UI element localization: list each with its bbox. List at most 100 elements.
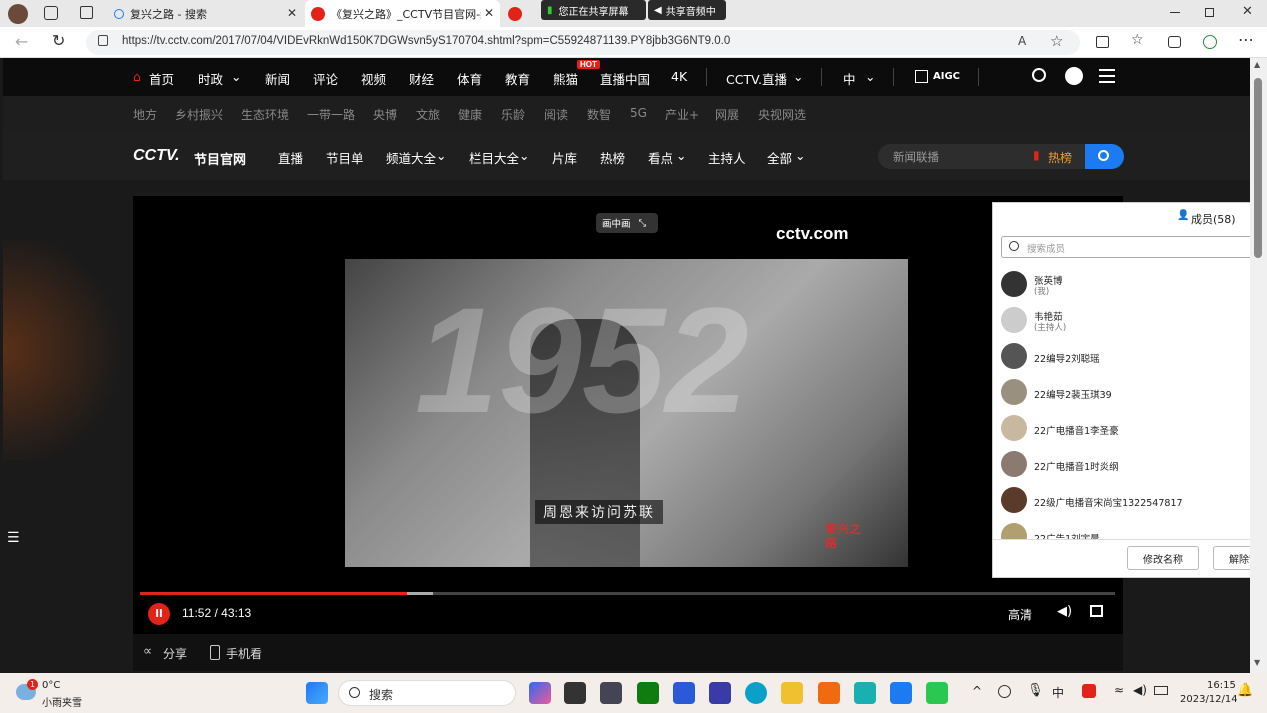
tray-icon[interactable] [998, 685, 1011, 698]
profile-avatar[interactable] [8, 4, 28, 24]
screen-share-indicator[interactable]: ▮ 您正在共享屏幕 [541, 0, 646, 20]
speaker-icon[interactable]: ◀) [1133, 683, 1147, 697]
close-window-icon[interactable]: ✕ [1242, 4, 1253, 19]
volume-icon[interactable]: ◀) [1057, 604, 1072, 619]
playlist-icon[interactable]: ☰ [7, 530, 20, 546]
pen-app-icon[interactable] [709, 682, 731, 704]
app-icon[interactable] [600, 682, 622, 704]
prog-columns[interactable]: 栏目大全 [469, 148, 519, 167]
file-explorer-icon[interactable] [781, 682, 803, 704]
audio-share-indicator[interactable]: ◀ 共享音频中 [648, 0, 726, 20]
tab-actions-icon[interactable] [80, 6, 93, 19]
mobile-watch-button[interactable]: 手机看 [226, 645, 262, 662]
store-icon[interactable] [673, 682, 695, 704]
app-cyan-icon[interactable] [854, 682, 876, 704]
notification-bell-icon[interactable]: 🔔 [1237, 683, 1253, 698]
prog-hosts[interactable]: 主持人 [708, 148, 746, 167]
user-icon[interactable] [1065, 67, 1083, 85]
microphone-icon[interactable]: 🎙 [1027, 683, 1044, 698]
chevron-up-icon[interactable]: ^ [972, 684, 982, 698]
prog-all[interactable]: 全部 [767, 148, 792, 167]
subnav-item[interactable]: 生态环境 [241, 106, 289, 123]
back-icon[interactable]: ← [15, 32, 28, 51]
extensions-icon[interactable] [1203, 35, 1217, 49]
nav-home[interactable]: 首页 [149, 69, 174, 88]
nav-news[interactable]: 新闻 [265, 69, 290, 88]
prog-highlights[interactable]: 看点 [648, 148, 673, 167]
share-button[interactable]: 分享 [163, 645, 187, 662]
program-search[interactable]: 新闻联播 ▮ 热榜 [878, 144, 1124, 169]
close-icon[interactable]: ✕ [484, 6, 494, 20]
read-aloud-icon[interactable]: A [1018, 34, 1026, 48]
tab-cctv[interactable]: 《复兴之路》_CCTV节目官网-纪 ✕ [305, 0, 500, 27]
tray-app-icon[interactable] [1082, 684, 1096, 698]
subnav-item[interactable]: 乐龄 [501, 106, 525, 123]
list-item[interactable]: 22级广电播音宋尚宝1322547817 [1001, 487, 1261, 517]
favorite-star-icon[interactable]: ☆ [1050, 32, 1063, 50]
clock-time[interactable]: 16:15 [1207, 680, 1236, 691]
prog-schedule[interactable]: 节目单 [326, 148, 364, 167]
nav-education[interactable]: 教育 [505, 69, 530, 88]
wechat-icon[interactable] [926, 682, 948, 704]
app-orange-icon[interactable] [818, 682, 840, 704]
nav-live-china[interactable]: 直播中国 [600, 69, 650, 88]
subnav-item[interactable]: 文旅 [416, 106, 440, 123]
scroll-down-icon[interactable]: ▼ [1254, 658, 1260, 667]
nav-cctv-live[interactable]: CCTV.直播 [726, 69, 787, 88]
quality-selector[interactable]: 高清 [1008, 606, 1032, 623]
page-scrollbar[interactable]: ▲ ▼ [1250, 58, 1267, 673]
search-icon[interactable] [1032, 68, 1046, 82]
minimize-icon[interactable] [1170, 12, 1180, 13]
rename-button[interactable]: 修改名称 [1127, 546, 1199, 570]
nav-commentary[interactable]: 评论 [313, 69, 338, 88]
more-menu-icon[interactable]: ⋯ [1238, 30, 1254, 49]
collections-icon[interactable] [1168, 36, 1181, 48]
url-field[interactable]: https://tv.cctv.com/2017/07/04/VIDEvRknW… [86, 30, 1080, 55]
nav-language[interactable]: 中 [843, 69, 856, 88]
search-button[interactable] [1085, 144, 1124, 169]
battery-icon[interactable] [1154, 686, 1168, 695]
prog-library[interactable]: 片库 [552, 148, 577, 167]
task-view-icon[interactable] [564, 682, 586, 704]
taskbar-search[interactable]: 搜索 [338, 680, 516, 706]
search-input[interactable]: 新闻联播 [893, 149, 939, 165]
clock-date[interactable]: 2023/12/14 [1180, 694, 1238, 705]
tab-search[interactable]: 复兴之路 - 搜索 ✕ [108, 0, 303, 27]
xbox-icon[interactable] [637, 682, 659, 704]
windows-start-icon[interactable] [306, 682, 328, 704]
progress-bar[interactable] [140, 592, 1115, 595]
nav-finance[interactable]: 财经 [409, 69, 434, 88]
split-screen-icon[interactable] [1096, 36, 1109, 48]
close-icon[interactable]: ✕ [287, 6, 297, 20]
hot-list-link[interactable]: 热榜 [1048, 149, 1072, 166]
nav-politics[interactable]: 时政 [198, 69, 223, 88]
subnav-item[interactable]: 央视网选 [758, 106, 806, 123]
nav-video[interactable]: 视频 [361, 69, 386, 88]
wifi-icon[interactable]: ≈ [1114, 683, 1124, 697]
edge-icon[interactable] [745, 682, 767, 704]
subnav-item[interactable]: 一带一路 [307, 106, 355, 123]
refresh-icon[interactable]: ↻ [52, 31, 65, 50]
scroll-thumb[interactable] [1254, 78, 1262, 258]
subnav-item[interactable]: 数智 [587, 106, 611, 123]
prog-live[interactable]: 直播 [278, 148, 303, 167]
play-pause-button[interactable]: ll [148, 603, 170, 625]
prog-channels[interactable]: 频道大全 [386, 148, 436, 167]
aigc-link[interactable]: AIGC [933, 71, 960, 82]
nav-sports[interactable]: 体育 [457, 69, 482, 88]
prog-hot[interactable]: 热榜 [600, 148, 625, 167]
list-item[interactable]: 张英博 (我) [1001, 271, 1261, 301]
list-item[interactable]: 韦艳茹 (主持人) [1001, 307, 1261, 337]
subnav-item[interactable]: 央博 [373, 106, 397, 123]
copilot-icon[interactable] [529, 682, 551, 704]
app-blue-icon[interactable] [890, 682, 912, 704]
restore-icon[interactable] [1205, 8, 1214, 17]
subnav-item[interactable]: 地方 [133, 106, 157, 123]
subnav-item[interactable]: 产业+ [665, 106, 699, 123]
nav-panda[interactable]: 熊猫 [553, 69, 578, 88]
list-item[interactable]: 22广告1刘宇晨 [1001, 523, 1261, 539]
workspaces-icon[interactable] [44, 6, 58, 20]
scroll-up-icon[interactable]: ▲ [1254, 60, 1260, 69]
subnav-item[interactable]: 乡村振兴 [175, 106, 223, 123]
subnav-item[interactable]: 网展 [715, 106, 739, 123]
